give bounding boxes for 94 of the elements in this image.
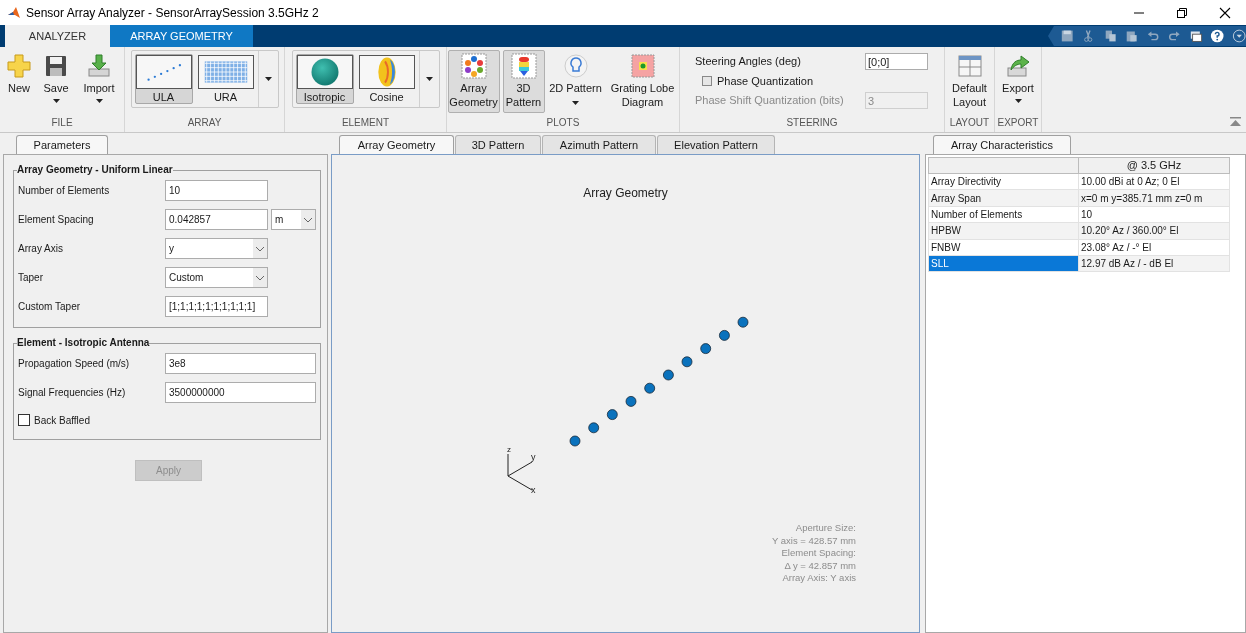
rainbow-pattern-icon <box>510 53 537 79</box>
toolbar-button[interactable]: Grating Lobe Diagram <box>606 50 679 113</box>
toolbar-button[interactable]: Array Geometry <box>447 50 500 113</box>
table-cell-text: 23.08° Az / -° El <box>1080 240 1153 255</box>
section-label: EXPORT <box>996 116 1040 131</box>
annotation-text: Δ y = 42.857 mm <box>784 559 856 572</box>
input-field[interactable]: 3500000000 <box>165 382 316 403</box>
table-cell[interactable]: FNBW <box>929 239 1079 255</box>
section-label: ELEMENT <box>340 116 391 131</box>
chevron-down-icon <box>253 239 267 258</box>
plus-icon <box>6 53 32 79</box>
toolbar-button[interactable]: New <box>3 50 35 99</box>
table-cell[interactable]: Number of Elements <box>929 206 1079 223</box>
colored-dots-icon <box>460 53 487 79</box>
help-icon[interactable] <box>1210 28 1225 44</box>
table-cell[interactable]: Array Span <box>929 190 1079 206</box>
dropdown-icon[interactable] <box>1231 28 1246 44</box>
column-header: @ 3.5 GHz <box>1125 158 1183 173</box>
toolbar-button[interactable]: Default Layout <box>947 50 992 113</box>
toolbar-button[interactable]: Save <box>38 50 74 107</box>
field-label: Array Axis <box>18 242 64 256</box>
input-field[interactable]: 3e8 <box>165 353 316 374</box>
gallery-item[interactable]: Isotropic <box>295 54 354 104</box>
annotation-text: Element Spacing: <box>781 547 856 560</box>
chevron-down-icon <box>301 210 315 229</box>
section-label: FILE <box>50 116 74 131</box>
annotation-text: Array Axis: Y axis <box>782 572 856 585</box>
panel-tab[interactable]: Elevation Pattern <box>657 135 775 154</box>
group-title: Element - Isotropic Antenna <box>17 337 150 349</box>
checkbox-label: Phase Quantization <box>717 73 813 89</box>
lightbulb-icon <box>562 53 589 79</box>
checkbox-label: Back Baffled <box>34 413 90 428</box>
input-field[interactable]: [0;0] <box>865 53 928 70</box>
bits-label: Phase Shift Quantization (bits) <box>695 93 845 108</box>
dropdown[interactable]: m <box>271 209 316 230</box>
input-field[interactable]: 0.042857 <box>165 209 268 230</box>
caret-icon <box>425 77 433 81</box>
app-logo-icon <box>7 5 21 20</box>
window-title: Sensor Array Analyzer - SensorArraySession 3.5GHz 2 <box>26 4 319 22</box>
field-label: Custom Taper <box>18 300 82 314</box>
table-cell-text: 10.00 dBi at 0 Az; 0 El <box>1080 175 1181 190</box>
panel-tab[interactable]: Array Characteristics <box>933 135 1071 154</box>
panel-tab[interactable]: Array Geometry <box>339 135 454 154</box>
table-cell-text: 12.97 dB Az / - dB El <box>1080 257 1175 272</box>
panel-tab[interactable]: Parameters <box>16 135 108 154</box>
restore-icon[interactable] <box>1176 6 1188 19</box>
input-field[interactable]: 10 <box>165 180 268 201</box>
panel-tab[interactable]: 3D Pattern <box>455 135 541 154</box>
download-arrow-icon <box>86 53 112 79</box>
paste-icon[interactable] <box>1124 28 1139 44</box>
windows-icon[interactable] <box>1188 28 1204 44</box>
toolbar-button[interactable]: 3D Pattern <box>502 50 545 113</box>
dropdown[interactable]: y <box>165 238 268 259</box>
dropdown[interactable]: Custom <box>165 267 268 288</box>
group-title: Array Geometry - Uniform Linear <box>17 164 173 176</box>
export-arrow-icon <box>1005 53 1031 79</box>
axis-label: z <box>507 445 511 454</box>
checkbox[interactable] <box>702 76 712 86</box>
field-label: Propagation Speed (m/s) <box>18 357 131 371</box>
save-icon[interactable] <box>1060 28 1075 44</box>
annotation-text: Y axis = 428.57 mm <box>771 534 856 547</box>
input-field[interactable]: [1;1;1;1;1;1;1;1;1;1] <box>165 296 268 317</box>
table-cell-text: x=0 m y=385.71 mm z=0 m <box>1080 191 1204 206</box>
ribbon-tab[interactable]: ARRAY GEOMETRY <box>110 25 253 47</box>
caret-icon <box>264 77 272 81</box>
table-cell[interactable]: Array Directivity <box>929 174 1079 190</box>
field-label: Element Spacing <box>18 213 95 227</box>
ribbon-tab[interactable]: ANALYZER <box>5 25 110 47</box>
axis-label: y <box>531 453 536 462</box>
field-label: Number of Elements <box>18 184 111 198</box>
table-cell[interactable]: HPBW <box>929 223 1079 239</box>
axis-label: x <box>531 486 536 495</box>
field-label: Taper <box>18 271 44 285</box>
steering-label: Steering Angles (deg) <box>695 54 802 69</box>
window-layout-icon <box>956 53 983 79</box>
table-cell-text: 10 <box>1080 207 1094 222</box>
section-label: ARRAY <box>186 116 223 131</box>
toolbar-button[interactable]: 2D Pattern <box>547 50 604 113</box>
section-label: PLOTS <box>545 116 581 131</box>
grid-pattern-icon <box>629 53 656 79</box>
annotation-text: Aperture Size: <box>795 522 856 535</box>
section-label: STEERING <box>785 116 839 130</box>
section-label: LAYOUT <box>948 116 991 131</box>
chevron-down-icon <box>253 268 267 287</box>
collapse-icon[interactable] <box>1230 117 1241 126</box>
plot-title: Array Geometry <box>583 185 668 202</box>
gallery-item[interactable]: ULA <box>134 54 193 104</box>
table-cell-text: 10.20° Az / 360.00° El <box>1080 224 1180 239</box>
checkbox[interactable] <box>18 414 30 426</box>
close-icon[interactable] <box>1219 6 1231 19</box>
toolbar-button[interactable]: Export <box>998 50 1038 107</box>
panel-tab[interactable]: Azimuth Pattern <box>542 135 656 154</box>
toolbar-button[interactable]: Import <box>77 50 121 107</box>
field-label: Signal Frequencies (Hz) <box>18 386 127 400</box>
